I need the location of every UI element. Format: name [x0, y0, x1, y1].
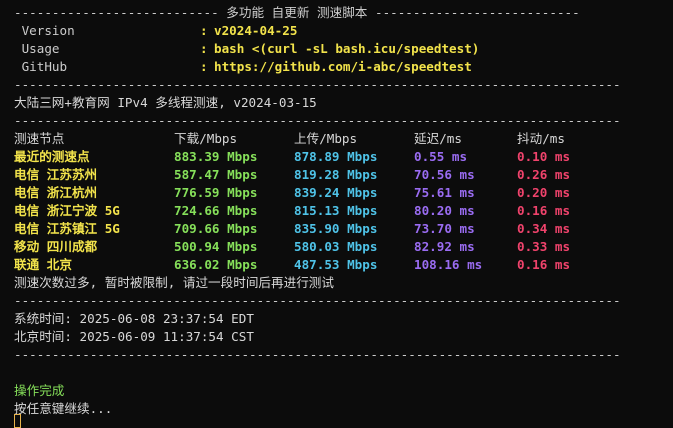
row-node: 电信 浙江宁波 5G — [14, 203, 120, 218]
row-download: 724.66 Mbps — [174, 203, 258, 218]
row-node: 电信 江苏苏州 — [14, 167, 98, 182]
terminal-cursor[interactable] — [14, 414, 21, 428]
table-row: 电信 浙江宁波 5G 724.66 Mbps 815.13 Mbps 80.20… — [14, 202, 570, 219]
row-node: 联通 北京 — [14, 257, 72, 272]
row-latency: 73.70 ms — [414, 221, 475, 236]
header-row-usage: Usage : bash <(curl -sL bash.icu/speedte… — [14, 40, 480, 57]
row-jitter: 0.34 ms — [517, 221, 571, 236]
col-header-latency: 延迟/ms — [414, 131, 462, 146]
row-download: 883.39 Mbps — [174, 149, 258, 164]
github-colon: : — [200, 59, 208, 74]
col-header-node: 测速节点 — [14, 131, 65, 146]
row-node: 移动 四川成都 — [14, 239, 98, 254]
table-row: 电信 江苏苏州 587.47 Mbps 819.28 Mbps 70.56 ms… — [14, 166, 570, 183]
row-jitter: 0.16 ms — [517, 257, 571, 272]
usage-colon: : — [200, 41, 208, 56]
table-row: 电信 浙江杭州 776.59 Mbps 839.24 Mbps 75.61 ms… — [14, 184, 570, 201]
row-upload: 878.89 Mbps — [294, 149, 378, 164]
row-download: 709.66 Mbps — [174, 221, 258, 236]
table-row: 联通 北京 636.02 Mbps 487.53 Mbps 108.16 ms … — [14, 256, 570, 273]
row-jitter: 0.20 ms — [517, 185, 571, 200]
usage-value: bash <(curl -sL bash.icu/speedtest) — [214, 41, 480, 56]
row-latency: 0.55 ms — [414, 149, 468, 164]
row-node: 电信 江苏镇江 5G — [14, 221, 120, 236]
row-jitter: 0.16 ms — [517, 203, 571, 218]
row-latency: 80.20 ms — [414, 203, 475, 218]
row-download: 587.47 Mbps — [174, 167, 258, 182]
version-value: v2024-04-25 — [214, 23, 298, 38]
header-title-rule: --------------------------- 多功能 自更新 测速脚本… — [14, 5, 580, 20]
operation-complete: 操作完成 — [14, 383, 65, 398]
row-upload: 819.28 Mbps — [294, 167, 378, 182]
row-upload: 487.53 Mbps — [294, 257, 378, 272]
row-latency: 70.56 ms — [414, 167, 475, 182]
header-row-github: GitHub : https://github.com/i-abc/speedt… — [14, 58, 472, 75]
row-download: 636.02 Mbps — [174, 257, 258, 272]
row-download: 776.59 Mbps — [174, 185, 258, 200]
row-upload: 835.90 Mbps — [294, 221, 378, 236]
system-time: 系统时间: 2025-06-08 23:37:54 EDT — [14, 311, 254, 326]
row-upload: 815.13 Mbps — [294, 203, 378, 218]
table-row: 移动 四川成都 500.94 Mbps 580.03 Mbps 82.92 ms… — [14, 238, 570, 255]
row-jitter: 0.33 ms — [517, 239, 571, 254]
beijing-time: 北京时间: 2025-06-09 11:37:54 CST — [14, 329, 254, 344]
row-upload: 580.03 Mbps — [294, 239, 378, 254]
version-key: Version — [14, 23, 75, 38]
row-jitter: 0.10 ms — [517, 149, 571, 164]
mode-rule: ----------------------------------------… — [14, 113, 621, 128]
col-header-upload: 上传/Mbps — [294, 131, 358, 146]
version-colon: : — [200, 23, 208, 38]
row-latency: 82.92 ms — [414, 239, 475, 254]
terminal-window[interactable]: --------------------------- 多功能 自更新 测速脚本… — [0, 0, 673, 428]
row-latency: 108.16 ms — [414, 257, 483, 272]
col-header-jitter: 抖动/ms — [517, 131, 565, 146]
usage-key: Usage — [14, 41, 60, 56]
table-bottom-rule: ----------------------------------------… — [14, 293, 621, 308]
row-download: 500.94 Mbps — [174, 239, 258, 254]
col-header-download: 下载/Mbps — [174, 131, 238, 146]
press-any-key-prompt: 按任意键继续... — [14, 401, 113, 416]
limit-notice: 测速次数过多, 暂时被限制, 请过一段时间后再进行测试 — [14, 275, 334, 290]
table-row: 电信 江苏镇江 5G 709.66 Mbps 835.90 Mbps 73.70… — [14, 220, 570, 237]
header-bottom-rule: ----------------------------------------… — [14, 77, 621, 92]
github-value: https://github.com/i-abc/speedtest — [214, 59, 472, 74]
times-bottom-rule: ----------------------------------------… — [14, 347, 621, 362]
github-key: GitHub — [14, 59, 68, 74]
mode-title: 大陆三网+教育网 IPv4 多线程测速, v2024-03-15 — [14, 95, 317, 110]
row-node: 电信 浙江杭州 — [14, 185, 98, 200]
header-row-version: Version : v2024-04-25 — [14, 22, 298, 39]
row-upload: 839.24 Mbps — [294, 185, 378, 200]
table-row: 最近的测速点 883.39 Mbps 878.89 Mbps 0.55 ms 0… — [14, 148, 570, 165]
row-node: 最近的测速点 — [14, 149, 90, 164]
table-header: 测速节点 下载/Mbps 上传/Mbps 延迟/ms 抖动/ms — [14, 130, 565, 147]
row-jitter: 0.26 ms — [517, 167, 571, 182]
row-latency: 75.61 ms — [414, 185, 475, 200]
